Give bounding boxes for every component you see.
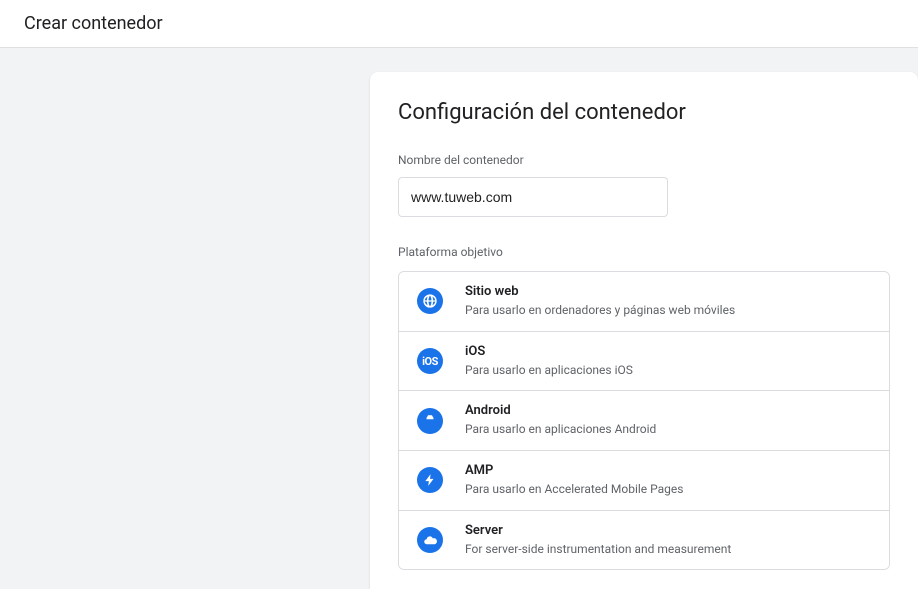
platform-title: Server [465, 523, 731, 540]
platform-list: Sitio web Para usarlo en ordenadores y p… [398, 271, 890, 570]
platform-desc: Para usarlo en aplicaciones Android [465, 421, 656, 438]
platform-desc: Para usarlo en ordenadores y páginas web… [465, 302, 735, 319]
ios-icon: iOS [417, 348, 443, 374]
platform-desc: For server-side instrumentation and meas… [465, 541, 731, 558]
page-title: Crear contenedor [24, 13, 163, 34]
platform-title: AMP [465, 463, 683, 480]
card-title: Configuración del contenedor [398, 100, 890, 125]
page-header: Crear contenedor [0, 0, 918, 48]
platform-text: Server For server-side instrumentation a… [465, 523, 731, 558]
platform-title: Android [465, 403, 656, 420]
platform-text: iOS Para usarlo en aplicaciones iOS [465, 344, 633, 379]
platform-desc: Para usarlo en Accelerated Mobile Pages [465, 481, 683, 498]
lightning-icon [417, 467, 443, 493]
platform-text: AMP Para usarlo en Accelerated Mobile Pa… [465, 463, 683, 498]
platform-text: Android Para usarlo en aplicaciones Andr… [465, 403, 656, 438]
platform-option-android[interactable]: Android Para usarlo en aplicaciones Andr… [399, 391, 889, 451]
platform-section-label: Plataforma objetivo [398, 245, 890, 259]
platform-option-amp[interactable]: AMP Para usarlo en Accelerated Mobile Pa… [399, 451, 889, 511]
platform-title: Sitio web [465, 284, 735, 301]
container-name-input[interactable] [398, 177, 668, 217]
platform-text: Sitio web Para usarlo en ordenadores y p… [465, 284, 735, 319]
android-icon [417, 408, 443, 434]
globe-icon [417, 288, 443, 314]
platform-title: iOS [465, 344, 633, 361]
container-config-card: Configuración del contenedor Nombre del … [370, 72, 918, 589]
body-area: Configuración del contenedor Nombre del … [0, 48, 918, 589]
platform-option-web[interactable]: Sitio web Para usarlo en ordenadores y p… [399, 272, 889, 332]
platform-option-server[interactable]: Server For server-side instrumentation a… [399, 511, 889, 570]
cloud-icon [417, 527, 443, 553]
container-name-label: Nombre del contenedor [398, 153, 890, 167]
platform-option-ios[interactable]: iOS iOS Para usarlo en aplicaciones iOS [399, 332, 889, 392]
platform-desc: Para usarlo en aplicaciones iOS [465, 362, 633, 379]
